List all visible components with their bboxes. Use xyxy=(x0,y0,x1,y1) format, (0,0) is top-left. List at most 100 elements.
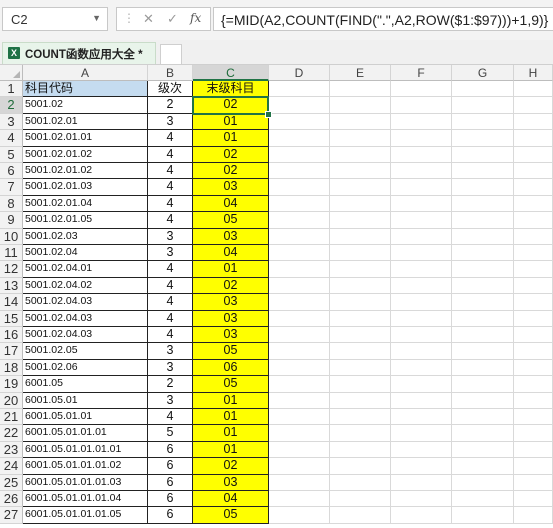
grid-cell[interactable] xyxy=(452,245,514,262)
grid-cell[interactable] xyxy=(269,327,330,344)
grid-cell[interactable]: 4 xyxy=(148,212,193,229)
grid-cell[interactable]: 4 xyxy=(148,163,193,180)
row-header[interactable]: 15 xyxy=(0,310,23,327)
grid-cell[interactable] xyxy=(452,277,514,295)
grid-cell[interactable] xyxy=(269,409,330,426)
row-header[interactable]: 2 xyxy=(0,97,23,114)
grid-cell[interactable]: 2 xyxy=(148,376,193,393)
grid-cell[interactable]: 01 xyxy=(193,425,269,442)
grid-cell[interactable] xyxy=(391,507,452,524)
grid-cell[interactable] xyxy=(514,507,553,524)
grid-cell[interactable]: 3 xyxy=(148,359,193,377)
row-header[interactable]: 14 xyxy=(0,294,23,311)
grid-cell[interactable]: 6001.05.01.01.01.03 xyxy=(23,474,148,491)
grid-cell[interactable]: 4 xyxy=(148,327,193,344)
grid-cell[interactable] xyxy=(330,113,391,131)
grid-cell[interactable] xyxy=(452,261,514,278)
grid-cell[interactable] xyxy=(330,195,391,213)
row-header[interactable]: 25 xyxy=(0,474,23,491)
grid-cell[interactable] xyxy=(391,113,452,131)
row-header[interactable]: 6 xyxy=(0,163,23,180)
grid-cell[interactable] xyxy=(391,212,452,229)
grid-cell[interactable] xyxy=(514,474,553,491)
grid-cell[interactable] xyxy=(514,409,553,426)
grid-cell[interactable] xyxy=(269,163,330,180)
grid-cell[interactable] xyxy=(514,113,553,131)
chevron-down-icon[interactable]: ▼ xyxy=(92,13,101,23)
grid-cell[interactable]: 01 xyxy=(193,392,269,409)
grid-cell[interactable] xyxy=(330,294,391,311)
row-header[interactable]: 3 xyxy=(0,113,23,131)
grid-cell[interactable] xyxy=(514,310,553,327)
column-header-c[interactable]: C xyxy=(193,65,269,81)
grid-cell[interactable] xyxy=(452,343,514,360)
header-cell[interactable]: 末级科目 xyxy=(193,81,269,98)
grid-cell[interactable]: 02 xyxy=(193,277,269,295)
grid-cell[interactable] xyxy=(269,212,330,229)
formula-input[interactable]: {=MID(A2,COUNT(FIND(".",A2,ROW($1:$97)))… xyxy=(213,7,553,31)
grid-cell[interactable]: 6001.05 xyxy=(23,376,148,393)
grid-cell[interactable] xyxy=(391,359,452,377)
grid-cell[interactable]: 6001.05.01.01 xyxy=(23,409,148,426)
grid-cell[interactable] xyxy=(330,409,391,426)
grid-cell[interactable]: 5 xyxy=(148,425,193,442)
grid-cell[interactable] xyxy=(391,392,452,409)
grid-cell[interactable] xyxy=(391,441,452,459)
grid-cell[interactable] xyxy=(269,507,330,524)
grid-cell[interactable] xyxy=(514,146,553,163)
grid-cell[interactable] xyxy=(330,277,391,295)
grid-cell[interactable]: 01 xyxy=(193,261,269,278)
grid-cell[interactable] xyxy=(452,425,514,442)
grid-cell[interactable]: 4 xyxy=(148,179,193,196)
column-header-b[interactable]: B xyxy=(148,65,193,81)
grid-cell[interactable]: 02 xyxy=(193,458,269,475)
grid-cell[interactable]: 5001.02.01.05 xyxy=(23,212,148,229)
grid-cell[interactable] xyxy=(452,212,514,229)
grid-cell[interactable] xyxy=(514,425,553,442)
grid-cell[interactable] xyxy=(330,81,391,98)
grid-cell[interactable]: 5001.02.01.01 xyxy=(23,130,148,147)
grid-cell[interactable]: 5001.02.01.02 xyxy=(23,146,148,163)
grid-cell[interactable] xyxy=(269,343,330,360)
grid-cell[interactable]: 5001.02.04.01 xyxy=(23,261,148,278)
grid-cell[interactable] xyxy=(452,327,514,344)
grid-cell[interactable]: 5001.02.01 xyxy=(23,113,148,131)
grid-cell[interactable] xyxy=(330,327,391,344)
row-header[interactable]: 21 xyxy=(0,409,23,426)
grid-cell[interactable] xyxy=(391,409,452,426)
grid-cell[interactable]: 5001.02.01.03 xyxy=(23,179,148,196)
grid-cell[interactable] xyxy=(269,179,330,196)
grid-cell[interactable] xyxy=(391,195,452,213)
row-header[interactable]: 1 xyxy=(0,81,23,98)
grid-cell[interactable] xyxy=(514,294,553,311)
grid-cell[interactable] xyxy=(269,228,330,245)
grid-cell[interactable]: 5001.02.04 xyxy=(23,245,148,262)
grid-cell[interactable] xyxy=(269,425,330,442)
grid-cell[interactable] xyxy=(452,113,514,131)
grid-cell[interactable] xyxy=(452,81,514,98)
grid-cell[interactable] xyxy=(269,458,330,475)
grid-cell[interactable] xyxy=(514,277,553,295)
grid-cell[interactable]: 04 xyxy=(193,491,269,508)
grid-cell[interactable] xyxy=(514,327,553,344)
grid-cell[interactable] xyxy=(269,130,330,147)
grid-cell[interactable] xyxy=(452,507,514,524)
grid-cell[interactable]: 5001.02.01.04 xyxy=(23,195,148,213)
grid-cell[interactable] xyxy=(514,228,553,245)
grid-cell[interactable] xyxy=(452,310,514,327)
grid-cell[interactable] xyxy=(514,179,553,196)
select-all-corner[interactable] xyxy=(0,65,23,81)
grid-cell[interactable] xyxy=(330,179,391,196)
row-header[interactable]: 27 xyxy=(0,507,23,524)
grid-cell[interactable]: 03 xyxy=(193,179,269,196)
grid-cell[interactable] xyxy=(452,163,514,180)
grid-cell[interactable] xyxy=(269,146,330,163)
grid-cell[interactable]: 02 xyxy=(193,163,269,180)
grid-cell[interactable] xyxy=(452,441,514,459)
grid-cell[interactable] xyxy=(452,146,514,163)
grid-cell[interactable] xyxy=(452,474,514,491)
grid-cell[interactable] xyxy=(391,146,452,163)
grid-cell[interactable] xyxy=(452,294,514,311)
grid-cell[interactable] xyxy=(514,359,553,377)
grid-cell[interactable] xyxy=(330,458,391,475)
